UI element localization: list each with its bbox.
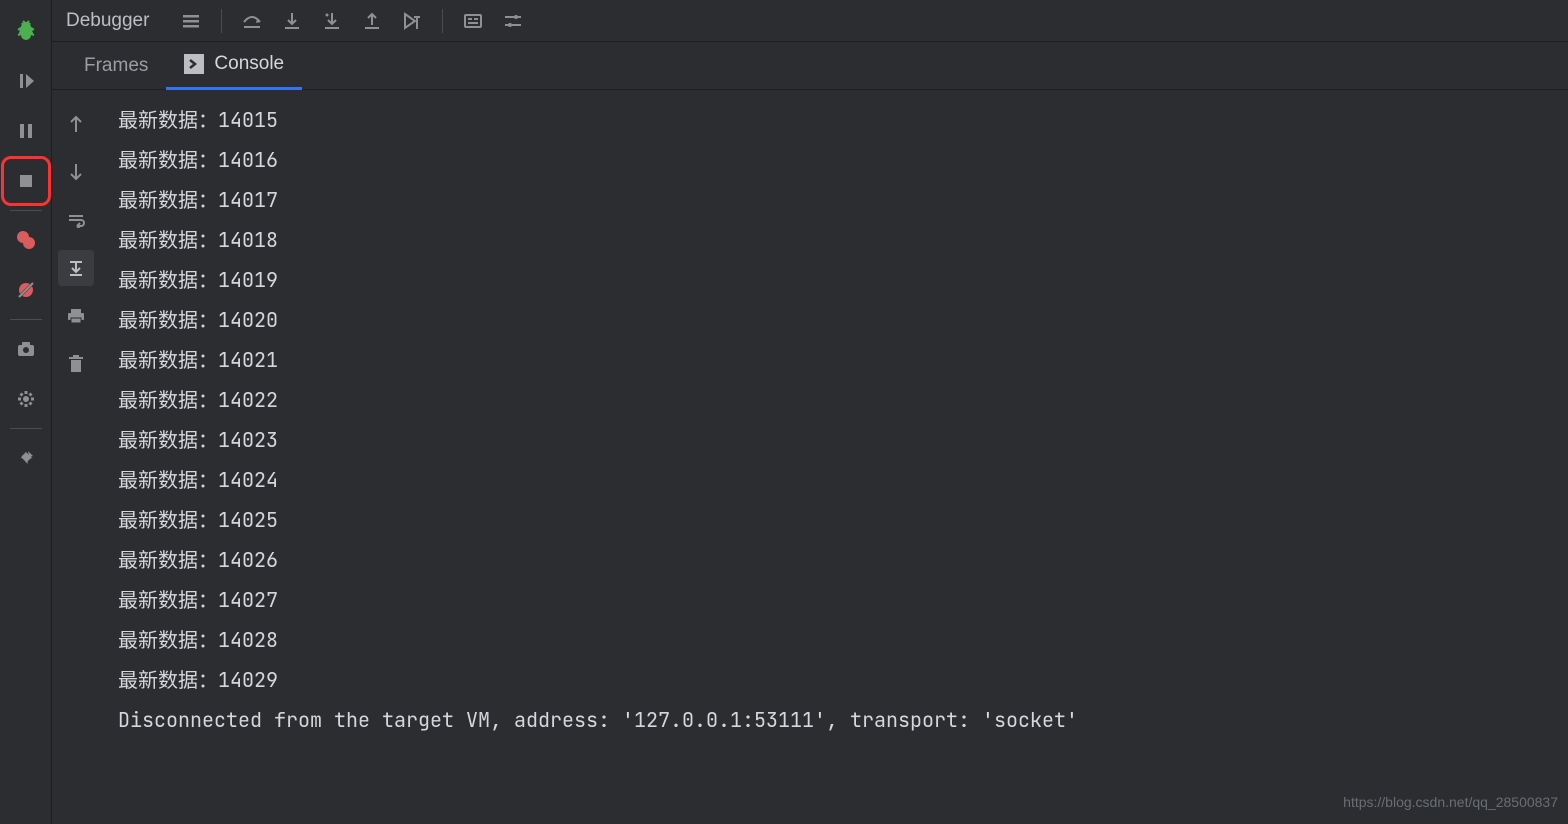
top-toolbar: Debugger <box>52 0 1568 42</box>
console-line: 最新数据：14015 <box>118 100 1550 140</box>
toolbar-separator <box>221 9 222 33</box>
rail-separator <box>10 428 42 429</box>
threads-icon[interactable] <box>173 5 209 37</box>
evaluate-expression-icon[interactable] <box>455 5 491 37</box>
console-line: 最新数据：14017 <box>118 180 1550 220</box>
main-panel: Debugger Frames <box>52 0 1568 824</box>
tab-label: Frames <box>84 55 148 77</box>
console-tab-icon <box>184 54 204 74</box>
run-to-cursor-icon[interactable] <box>394 5 430 37</box>
settings-icon[interactable] <box>6 379 46 419</box>
pin-icon[interactable] <box>6 438 46 478</box>
tab-console[interactable]: Console <box>166 42 302 90</box>
trace-current-stream-icon[interactable] <box>495 5 531 37</box>
print-icon[interactable] <box>58 298 94 334</box>
mute-breakpoints-button[interactable] <box>6 270 46 310</box>
console-line: 最新数据：14022 <box>118 380 1550 420</box>
console-line: 最新数据：14023 <box>118 420 1550 460</box>
console-line: 最新数据：14024 <box>118 460 1550 500</box>
camera-icon[interactable] <box>6 329 46 369</box>
console-line: 最新数据：14018 <box>118 220 1550 260</box>
toolbar-title: Debugger <box>66 10 149 32</box>
console-line: 最新数据：14025 <box>118 500 1550 540</box>
step-out-icon[interactable] <box>354 5 390 37</box>
rail-separator <box>10 319 42 320</box>
step-over-icon[interactable] <box>234 5 270 37</box>
console-line: 最新数据：14028 <box>118 620 1550 660</box>
down-stack-icon[interactable] <box>58 154 94 190</box>
scroll-to-end-icon[interactable] <box>58 250 94 286</box>
rail-separator <box>10 210 42 211</box>
console-line: 最新数据：14029 <box>118 660 1550 700</box>
console-disconnect-line: Disconnected from the target VM, address… <box>118 700 1550 740</box>
console-line: 最新数据：14026 <box>118 540 1550 580</box>
tabs-row: Frames Console <box>52 42 1568 90</box>
clear-all-icon[interactable] <box>58 346 94 382</box>
tab-frames[interactable]: Frames <box>66 42 166 90</box>
stop-button[interactable] <box>6 161 46 201</box>
console-line: 最新数据：14021 <box>118 340 1550 380</box>
toolbar-separator <box>442 9 443 33</box>
left-rail <box>0 0 52 824</box>
console-line: 最新数据：14020 <box>118 300 1550 340</box>
console-line: 最新数据：14019 <box>118 260 1550 300</box>
up-stack-icon[interactable] <box>58 106 94 142</box>
pause-button[interactable] <box>6 111 46 151</box>
console-tools <box>52 90 100 824</box>
view-breakpoints-button[interactable] <box>6 220 46 260</box>
console-line: 最新数据：14016 <box>118 140 1550 180</box>
soft-wrap-icon[interactable] <box>58 202 94 238</box>
debug-icon[interactable] <box>6 11 46 51</box>
content-row: 最新数据：14015最新数据：14016最新数据：14017最新数据：14018… <box>52 90 1568 824</box>
stop-highlight <box>1 156 51 206</box>
resume-button[interactable] <box>6 61 46 101</box>
console-output[interactable]: 最新数据：14015最新数据：14016最新数据：14017最新数据：14018… <box>100 90 1568 824</box>
tab-label: Console <box>214 53 284 75</box>
force-step-into-icon[interactable] <box>314 5 350 37</box>
console-line: 最新数据：14027 <box>118 580 1550 620</box>
watermark: https://blog.csdn.net/qq_28500837 <box>1343 788 1558 816</box>
step-into-icon[interactable] <box>274 5 310 37</box>
